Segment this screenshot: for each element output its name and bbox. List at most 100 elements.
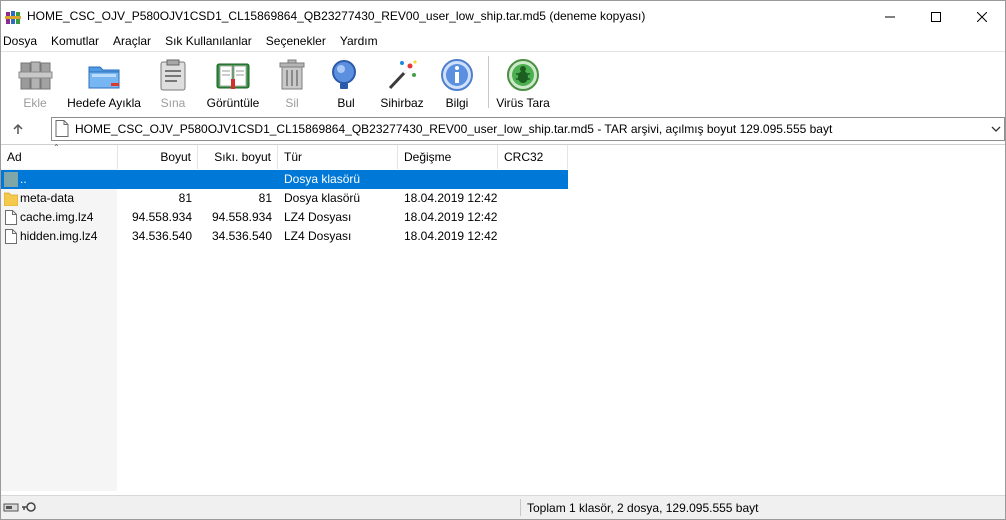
column-header-size[interactable]: Boyut bbox=[118, 145, 198, 169]
delete-label: Sil bbox=[285, 96, 299, 110]
winrar-books-icon bbox=[5, 11, 21, 24]
menu-bar: Dosya Komutlar Araçlar Sık Kullanılanlar… bbox=[1, 32, 1005, 51]
file-icon bbox=[5, 229, 17, 244]
file-type: LZ4 Dosyası bbox=[284, 229, 352, 243]
add-button[interactable]: Ekle bbox=[15, 52, 55, 112]
table-row[interactable]: hidden.img.lz4 34.536.540 34.536.540 LZ4… bbox=[1, 227, 568, 246]
menu-dosya[interactable]: Dosya bbox=[1, 32, 44, 51]
add-label: Ekle bbox=[23, 96, 47, 110]
address-field[interactable]: HOME_CSC_OJV_P580OJV1CSD1_CL15869864_QB2… bbox=[51, 117, 1005, 141]
test-clipboard-icon bbox=[160, 59, 186, 91]
column-header-name[interactable]: ⌃ Ad bbox=[1, 143, 118, 169]
column-header-type[interactable]: Tür bbox=[278, 145, 398, 169]
info-button[interactable]: Bilgi bbox=[437, 52, 477, 112]
window-title: HOME_CSC_OJV_P580OJV1CSD1_CL15869864_QB2… bbox=[27, 9, 646, 23]
wizard-button[interactable]: Sihirbaz bbox=[377, 52, 427, 112]
column-header-modified[interactable]: Değişme bbox=[398, 145, 498, 169]
up-button[interactable] bbox=[7, 119, 29, 139]
winrar-window: HOME_CSC_OJV_P580OJV1CSD1_CL15869864_QB2… bbox=[0, 0, 1006, 520]
magic-wand-icon bbox=[388, 60, 417, 90]
column-header-crc[interactable]: CRC32 bbox=[498, 145, 568, 169]
column-crc-label: CRC32 bbox=[504, 150, 544, 164]
close-icon bbox=[977, 11, 987, 22]
table-row[interactable]: .. Dosya klasörü bbox=[1, 170, 568, 189]
status-bar: Toplam 1 klasör, 2 dosya, 129.095.555 ba… bbox=[1, 495, 1005, 519]
document-icon bbox=[55, 120, 69, 137]
file-type: Dosya klasörü bbox=[284, 172, 361, 186]
menu-yardim[interactable]: Yardım bbox=[338, 32, 385, 51]
test-label: Sına bbox=[160, 96, 186, 110]
toolbar: Ekle Hedefe Ayıkla Sına Görüntüle Sil Bu… bbox=[1, 52, 1005, 114]
file-name: hidden.img.lz4 bbox=[20, 229, 98, 243]
extract-folder-icon bbox=[88, 66, 120, 89]
virus-scan-button[interactable]: Virüs Tara bbox=[495, 52, 551, 112]
trash-can-icon bbox=[279, 59, 305, 90]
file-size bbox=[118, 170, 192, 189]
folder-icon bbox=[4, 192, 18, 206]
column-size-label: Boyut bbox=[160, 150, 191, 164]
find-button[interactable]: Bul bbox=[325, 52, 367, 112]
column-name-label: Ad bbox=[7, 150, 22, 164]
file-size: 94.558.934 bbox=[131, 210, 192, 224]
virus-scan-icon bbox=[507, 59, 539, 91]
maximize-icon bbox=[931, 11, 941, 22]
magnifier-icon bbox=[332, 60, 356, 89]
title-bar[interactable]: HOME_CSC_OJV_P580OJV1CSD1_CL15869864_QB2… bbox=[1, 1, 1005, 32]
status-icons bbox=[3, 500, 37, 514]
drive-icon[interactable] bbox=[3, 500, 19, 514]
file-modified: 18.04.2019 12:42 bbox=[404, 210, 498, 224]
delete-button[interactable]: Sil bbox=[273, 52, 311, 112]
wizard-label: Sihirbaz bbox=[380, 96, 424, 110]
file-modified: 18.04.2019 12:42 bbox=[404, 191, 498, 205]
address-bar: HOME_CSC_OJV_P580OJV1CSD1_CL15869864_QB2… bbox=[1, 115, 1005, 143]
status-summary: Toplam 1 klasör, 2 dosya, 129.095.555 ba… bbox=[527, 501, 759, 515]
file-name: cache.img.lz4 bbox=[20, 210, 94, 224]
extract-to-label: Hedefe Ayıkla bbox=[67, 96, 141, 110]
column-type-label: Tür bbox=[284, 150, 302, 164]
add-archive-icon bbox=[18, 61, 53, 90]
maximize-button[interactable] bbox=[913, 1, 959, 32]
table-row[interactable]: meta-data 81 81 Dosya klasörü 18.04.2019… bbox=[1, 189, 568, 208]
menu-komutlar[interactable]: Komutlar bbox=[49, 32, 106, 51]
file-icon bbox=[5, 210, 17, 225]
file-modified: 18.04.2019 12:42 bbox=[404, 229, 498, 243]
table-row[interactable]: cache.img.lz4 94.558.934 94.558.934 LZ4 … bbox=[1, 208, 568, 227]
file-list[interactable]: ⌃ Ad Boyut Sıkı. boyut Tür Değişme CRC32… bbox=[1, 143, 1005, 491]
chevron-down-icon[interactable] bbox=[989, 121, 1003, 137]
extract-to-button[interactable]: Hedefe Ayıkla bbox=[63, 52, 145, 112]
file-packed bbox=[198, 170, 272, 189]
info-label: Bilgi bbox=[445, 96, 469, 110]
file-type: LZ4 Dosyası bbox=[284, 210, 352, 224]
address-text: HOME_CSC_OJV_P580OJV1CSD1_CL15869864_QB2… bbox=[75, 122, 833, 136]
minimize-icon bbox=[885, 16, 895, 17]
view-label: Görüntüle bbox=[206, 96, 260, 110]
key-icon[interactable] bbox=[21, 500, 37, 514]
menu-secenekler[interactable]: Seçenekler bbox=[264, 32, 333, 51]
file-type: Dosya klasörü bbox=[284, 191, 361, 205]
file-name: meta-data bbox=[20, 191, 75, 205]
column-header-packed[interactable]: Sıkı. boyut bbox=[198, 145, 278, 169]
column-packed-label: Sıkı. boyut bbox=[214, 150, 271, 164]
up-arrow-icon bbox=[13, 123, 23, 134]
column-modified-label: Değişme bbox=[404, 150, 452, 164]
file-name: .. bbox=[20, 172, 27, 186]
toolbar-separator bbox=[488, 56, 489, 108]
view-book-icon bbox=[216, 63, 250, 89]
file-packed: 81 bbox=[258, 191, 272, 205]
parent-folder-icon bbox=[4, 172, 18, 187]
menu-araclar[interactable]: Araçlar bbox=[111, 32, 158, 51]
file-packed: 94.558.934 bbox=[211, 210, 272, 224]
file-size: 81 bbox=[178, 191, 192, 205]
file-packed: 34.536.540 bbox=[211, 229, 272, 243]
minimize-button[interactable] bbox=[867, 1, 913, 32]
view-button[interactable]: Görüntüle bbox=[203, 52, 263, 112]
menu-sik-kullanilanlar[interactable]: Sık Kullanılanlar bbox=[163, 32, 259, 51]
virus-scan-label: Virüs Tara bbox=[496, 96, 550, 110]
test-button[interactable]: Sına bbox=[153, 52, 193, 112]
info-icon bbox=[441, 59, 473, 91]
find-label: Bul bbox=[337, 96, 355, 110]
sort-up-icon: ⌃ bbox=[53, 143, 60, 152]
file-size: 34.536.540 bbox=[131, 229, 192, 243]
close-button[interactable] bbox=[959, 1, 1005, 32]
status-separator bbox=[520, 499, 521, 516]
